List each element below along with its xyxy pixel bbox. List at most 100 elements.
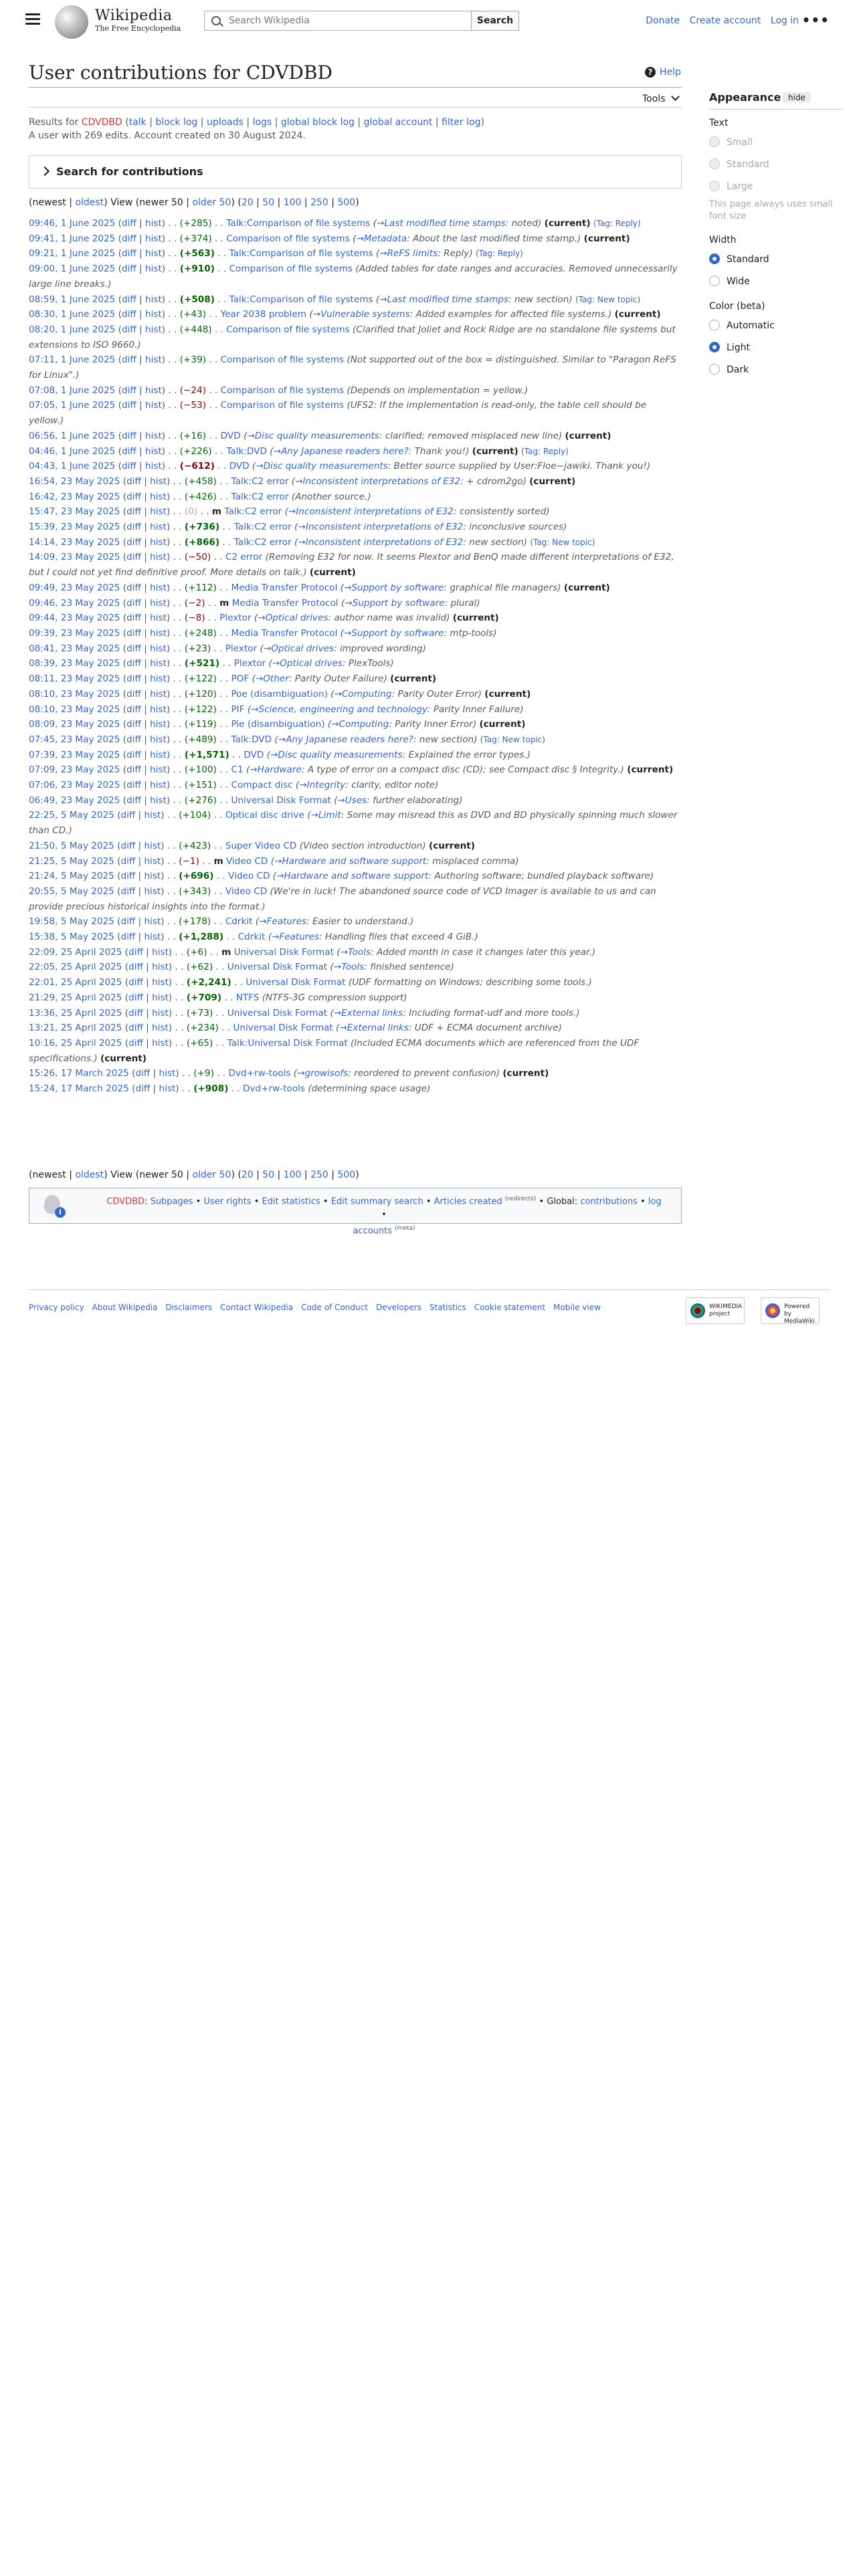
revision-timestamp-link[interactable]: 09:46, 23 May 2025 — [29, 598, 120, 609]
revision-timestamp-link[interactable]: 13:21, 25 April 2025 — [29, 1023, 122, 1033]
revision-timestamp-link[interactable]: 21:25, 5 May 2025 — [29, 856, 114, 867]
section-link[interactable]: →ReFS limits — [379, 248, 438, 259]
page-link[interactable]: Comparison of file systems — [226, 233, 349, 244]
section-link[interactable]: →Other — [256, 673, 289, 684]
page-link[interactable]: Plextor — [234, 658, 266, 669]
subpages-link[interactable]: Subpages — [151, 1196, 193, 1206]
hist-link[interactable]: hist — [152, 1008, 169, 1018]
section-link[interactable]: →Limit — [310, 810, 341, 821]
section-link[interactable]: →Disc quality measurements — [256, 461, 388, 471]
footer-link[interactable]: Mobile view — [553, 1303, 601, 1312]
section-link[interactable]: →Last modified time stamps — [379, 294, 508, 305]
diff-link[interactable]: diff — [122, 431, 136, 441]
revision-timestamp-link[interactable]: 09:41, 1 June 2025 — [29, 233, 115, 244]
section-link[interactable]: →Metadata — [356, 233, 407, 244]
hist-link[interactable]: hist — [152, 947, 169, 958]
hist-link[interactable]: hist — [150, 719, 167, 730]
tag-name[interactable]: New topic — [552, 538, 592, 547]
donate-link[interactable]: Donate — [646, 15, 680, 26]
limit-500-link[interactable]: 500 — [337, 197, 355, 208]
section-link[interactable]: →Support by software — [344, 582, 444, 593]
diff-link[interactable]: diff — [122, 461, 136, 471]
section-link[interactable]: →Vulnerable systems — [313, 309, 410, 320]
tag-label[interactable]: Tag: — [533, 538, 549, 547]
edit-summary-search-link[interactable]: Edit summary search — [331, 1196, 423, 1206]
page-link[interactable]: Talk:Comparison of file systems — [226, 218, 370, 229]
global-log-link[interactable]: log — [648, 1196, 662, 1206]
hist-link[interactable]: hist — [150, 689, 167, 700]
diff-link[interactable]: diff — [128, 1023, 143, 1033]
diff-link[interactable]: diff — [122, 354, 136, 365]
revision-timestamp-link[interactable]: 14:14, 23 May 2025 — [29, 537, 120, 548]
diff-link[interactable]: diff — [126, 734, 141, 745]
diff-link[interactable]: diff — [120, 841, 135, 851]
page-link[interactable]: Comparison of file systems — [221, 400, 344, 411]
hist-link[interactable]: hist — [150, 628, 167, 639]
page-link[interactable]: Talk:C2 error — [234, 522, 292, 532]
hist-link[interactable]: hist — [150, 673, 167, 684]
hist-link[interactable]: hist — [150, 795, 167, 806]
diff-link[interactable]: diff — [120, 871, 135, 881]
diff-link[interactable]: diff — [122, 446, 136, 457]
revision-timestamp-link[interactable]: 13:36, 25 April 2025 — [29, 1008, 122, 1018]
diff-link[interactable]: diff — [122, 309, 136, 320]
uploads-link[interactable]: uploads — [207, 117, 244, 128]
hide-button[interactable]: hide — [783, 92, 811, 103]
section-link[interactable]: →Any Japanese readers here? — [274, 446, 409, 457]
hist-link[interactable]: hist — [144, 871, 161, 881]
global-contributions-link[interactable]: contributions — [580, 1196, 638, 1206]
section-link[interactable]: →Science, engineering and technology — [251, 704, 427, 715]
hist-link[interactable]: hist — [145, 309, 162, 320]
color-dark-radio[interactable]: Dark — [709, 364, 843, 376]
width-standard-radio[interactable]: Standard — [709, 253, 843, 265]
diff-link[interactable]: diff — [128, 992, 143, 1003]
diff-link[interactable]: diff — [126, 795, 141, 806]
page-link[interactable]: Cdrkit — [225, 916, 253, 927]
revision-timestamp-link[interactable]: 07:09, 23 May 2025 — [29, 764, 120, 775]
section-link[interactable]: →Disc quality measurements — [270, 750, 403, 760]
hist-link[interactable]: hist — [145, 446, 162, 457]
user-link[interactable]: CDVDBD — [106, 1196, 145, 1206]
global-accounts-link[interactable]: accounts — [353, 1226, 392, 1237]
page-link[interactable]: Media Transfer Protocol — [231, 582, 337, 593]
hist-link[interactable]: hist — [144, 841, 161, 851]
section-link[interactable]: →Inconsistent interpretations of E32 — [288, 506, 454, 517]
hist-link[interactable]: hist — [144, 856, 161, 867]
diff-link[interactable]: diff — [126, 689, 141, 700]
page-link[interactable]: Talk:Comparison of file systems — [229, 294, 373, 305]
hist-link[interactable]: hist — [150, 522, 167, 532]
tag-name[interactable]: Reply — [543, 447, 565, 456]
page-link[interactable]: NTFS — [236, 992, 260, 1003]
hist-link[interactable]: hist — [152, 1038, 169, 1049]
page-link[interactable]: Universal Disk Format — [231, 795, 330, 806]
revision-timestamp-link[interactable]: 19:58, 5 May 2025 — [29, 916, 114, 927]
revision-timestamp-link[interactable]: 06:56, 1 June 2025 — [29, 431, 115, 441]
hist-link[interactable]: hist — [150, 780, 167, 790]
hist-link[interactable]: hist — [145, 218, 162, 229]
diff-link[interactable]: diff — [122, 233, 136, 244]
hist-link[interactable]: hist — [145, 248, 162, 259]
diff-link[interactable]: diff — [128, 977, 143, 988]
revision-timestamp-link[interactable]: 07:39, 23 May 2025 — [29, 750, 120, 760]
page-link[interactable]: POF — [231, 673, 249, 684]
revision-timestamp-link[interactable]: 08:39, 23 May 2025 — [29, 658, 120, 669]
tag-label[interactable]: Tag: — [483, 735, 499, 744]
global-account-link[interactable]: global account — [364, 117, 433, 128]
hist-link[interactable]: hist — [150, 506, 167, 517]
revision-timestamp-link[interactable]: 21:24, 5 May 2025 — [29, 871, 114, 881]
width-wide-radio[interactable]: Wide — [709, 276, 843, 288]
page-link[interactable]: Compact disc — [231, 780, 292, 790]
revision-timestamp-link[interactable]: 08:41, 23 May 2025 — [29, 643, 120, 654]
page-link[interactable]: Dvd+rw-tools — [243, 1083, 305, 1094]
diff-link[interactable]: diff — [122, 218, 136, 229]
footer-link[interactable]: Statistics — [430, 1303, 466, 1312]
section-link[interactable]: →Tools — [334, 962, 365, 972]
hist-link[interactable]: hist — [150, 598, 167, 609]
hist-link[interactable]: hist — [145, 354, 162, 365]
revision-timestamp-link[interactable]: 14:09, 23 May 2025 — [29, 552, 120, 562]
section-link[interactable]: →Uses — [337, 795, 367, 806]
hist-link[interactable]: hist — [144, 916, 161, 927]
search-button[interactable]: Search — [471, 11, 519, 31]
revision-timestamp-link[interactable]: 09:21, 1 June 2025 — [29, 248, 115, 259]
section-link[interactable]: →Computing — [335, 689, 392, 700]
